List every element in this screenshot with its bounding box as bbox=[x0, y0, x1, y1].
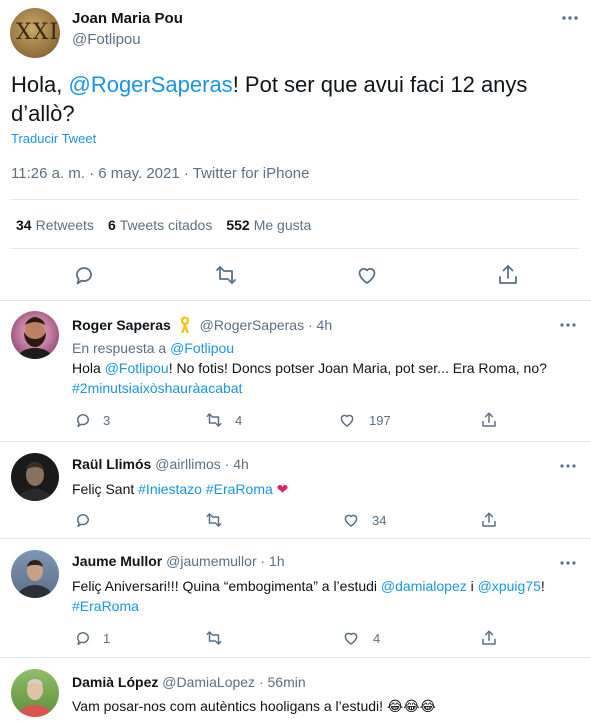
avatar[interactable] bbox=[11, 453, 59, 501]
share-icon[interactable] bbox=[480, 511, 498, 529]
more-icon[interactable] bbox=[558, 459, 578, 473]
reply-tweet[interactable]: Roger Saperas @RogerSaperas · 4h En resp… bbox=[0, 301, 591, 441]
main-tweet: XXII Joan Maria Pou @Fotlipou Hola, @Rog… bbox=[0, 0, 591, 300]
quotes-count: 6 bbox=[107, 217, 116, 233]
mention-link[interactable]: @RogerSaperas bbox=[68, 72, 232, 97]
reply-body: Feliç Aniversari!!! Quina “embogimenta” … bbox=[72, 576, 577, 616]
translate-link[interactable]: Traducir Tweet bbox=[11, 131, 96, 146]
mention-link[interactable]: @Fotlipou bbox=[170, 340, 234, 356]
reply-icon[interactable] bbox=[74, 411, 92, 429]
mention-link[interactable]: @damialopez bbox=[381, 578, 467, 594]
retweet-icon[interactable] bbox=[205, 511, 223, 529]
like-count: 4 bbox=[373, 631, 381, 646]
hashtag-link[interactable]: #Iniestazo bbox=[138, 481, 202, 497]
reply-to-line: En respuesta a @Fotlipou bbox=[72, 338, 577, 358]
reply-text-part: ! bbox=[540, 578, 545, 594]
hashtag-link[interactable]: #EraRoma bbox=[72, 598, 139, 614]
reply-text-part: ! No fotis! Doncs potser Joan Maria, pot… bbox=[168, 360, 547, 376]
author-avatar[interactable]: XXII bbox=[10, 8, 60, 58]
reply-text: En respuesta a @Fotlipou Hola @Fotlipou!… bbox=[72, 338, 577, 398]
heart-icon[interactable] bbox=[342, 629, 360, 647]
reply-author-name[interactable]: Raül Llimós bbox=[72, 456, 151, 472]
like-count: 197 bbox=[369, 413, 391, 428]
more-icon[interactable] bbox=[558, 318, 578, 332]
reply-body: Feliç Sant #Iniestazo #EraRoma ❤ bbox=[72, 479, 577, 499]
reply-count: 3 bbox=[103, 413, 111, 428]
reply-header: Roger Saperas @RogerSaperas · 4h bbox=[72, 315, 332, 333]
reply-tweet[interactable]: Jaume Mullor @jaumemullor · 1h Feliç Ani… bbox=[0, 539, 591, 657]
retweet-icon[interactable] bbox=[205, 629, 223, 647]
likes-count: 552 bbox=[226, 217, 250, 233]
author-name[interactable]: Joan Maria Pou bbox=[72, 10, 183, 27]
reply-author-handle[interactable]: @airllimos · 4h bbox=[155, 456, 249, 472]
tweet-text: Hola, @RogerSaperas! Pot ser que avui fa… bbox=[11, 70, 571, 128]
reply-body: Hola @Fotlipou! No fotis! Doncs potser J… bbox=[72, 358, 577, 378]
likes-stat[interactable]: 552 Me gusta bbox=[226, 217, 311, 233]
avatar-lettering: XXII bbox=[16, 20, 60, 45]
reply-header: Jaume Mullor @jaumemullor · 1h bbox=[72, 553, 285, 569]
quotes-label: Tweets citados bbox=[119, 217, 213, 233]
reply-header: Damià López @DamiaLopez · 56min bbox=[72, 674, 306, 690]
tweet-stats: 34 Retweets 6 Tweets citados 552 Me gusta bbox=[16, 217, 311, 233]
reply-author-name[interactable]: Jaume Mullor bbox=[72, 553, 162, 569]
share-icon[interactable] bbox=[480, 411, 498, 429]
share-icon[interactable] bbox=[496, 263, 520, 287]
tweet-timestamp[interactable]: 11:26 a. m. · 6 may. 2021 · Twitter for … bbox=[11, 165, 309, 182]
mention-link[interactable]: @Fotlipou bbox=[105, 360, 169, 376]
retweet-icon[interactable] bbox=[205, 411, 223, 429]
divider bbox=[11, 199, 579, 200]
reply-icon[interactable] bbox=[74, 629, 92, 647]
like-count: 34 bbox=[372, 513, 387, 528]
reply-count: 1 bbox=[103, 631, 111, 646]
retweets-stat[interactable]: 34 Retweets bbox=[16, 217, 94, 233]
retweet-icon[interactable] bbox=[214, 263, 238, 287]
reply-author-handle[interactable]: @DamiaLopez · 56min bbox=[162, 674, 305, 690]
reply-author-handle[interactable]: @RogerSaperas · 4h bbox=[200, 317, 333, 333]
reply-to-label: En respuesta a bbox=[72, 340, 167, 356]
reply-text-part: Hola bbox=[72, 360, 105, 376]
reply-text-part: i bbox=[466, 578, 478, 594]
quotes-stat[interactable]: 6 Tweets citados bbox=[108, 217, 212, 233]
more-icon[interactable] bbox=[560, 10, 580, 26]
retweets-label: Retweets bbox=[35, 217, 94, 233]
reply-author-name[interactable]: Damià López bbox=[72, 674, 158, 690]
heart-icon[interactable] bbox=[342, 511, 360, 529]
likes-label: Me gusta bbox=[253, 217, 312, 233]
retweets-count: 34 bbox=[16, 217, 32, 233]
reply-text-part: Feliç Sant bbox=[72, 481, 139, 497]
reply-author-name[interactable]: Roger Saperas bbox=[72, 317, 171, 333]
hashtag-link[interactable]: #2minutsiaixòshauràacabat bbox=[72, 380, 242, 396]
tweet-text-part: Hola, bbox=[11, 72, 69, 97]
avatar[interactable] bbox=[11, 311, 59, 359]
share-icon[interactable] bbox=[480, 629, 498, 647]
reply-icon[interactable] bbox=[72, 263, 96, 287]
heart-icon[interactable] bbox=[355, 263, 379, 287]
author-handle[interactable]: @Fotlipou bbox=[72, 31, 141, 48]
reply-author-handle[interactable]: @jaumemullor · 1h bbox=[166, 553, 284, 569]
reply-text-part: Vam posar-nos com autèntics hooligans a … bbox=[72, 698, 387, 714]
divider bbox=[11, 248, 579, 249]
heart-emoji: ❤ bbox=[276, 481, 289, 497]
avatar[interactable] bbox=[11, 669, 59, 717]
mention-link[interactable]: @xpuig75 bbox=[478, 578, 541, 594]
yellow-ribbon-icon bbox=[177, 315, 193, 333]
heart-icon[interactable] bbox=[338, 411, 356, 429]
reply-icon[interactable] bbox=[74, 511, 92, 529]
reply-tweet[interactable]: Damià López @DamiaLopez · 56min Vam posa… bbox=[0, 658, 591, 724]
avatar[interactable] bbox=[11, 550, 59, 598]
reply-text-part: Feliç Aniversari!!! Quina “embogimenta” … bbox=[72, 578, 381, 594]
retweet-count: 4 bbox=[235, 413, 243, 428]
reply-body: Vam posar-nos com autèntics hooligans a … bbox=[72, 696, 577, 716]
more-icon[interactable] bbox=[558, 556, 578, 570]
laughing-emoji: 😂😂😂 bbox=[386, 698, 436, 714]
reply-tweet[interactable]: Raül Llimós @airllimos · 4h Feliç Sant #… bbox=[0, 442, 591, 538]
hashtag-link[interactable]: #EraRoma bbox=[206, 481, 273, 497]
reply-header: Raül Llimós @airllimos · 4h bbox=[72, 456, 249, 472]
